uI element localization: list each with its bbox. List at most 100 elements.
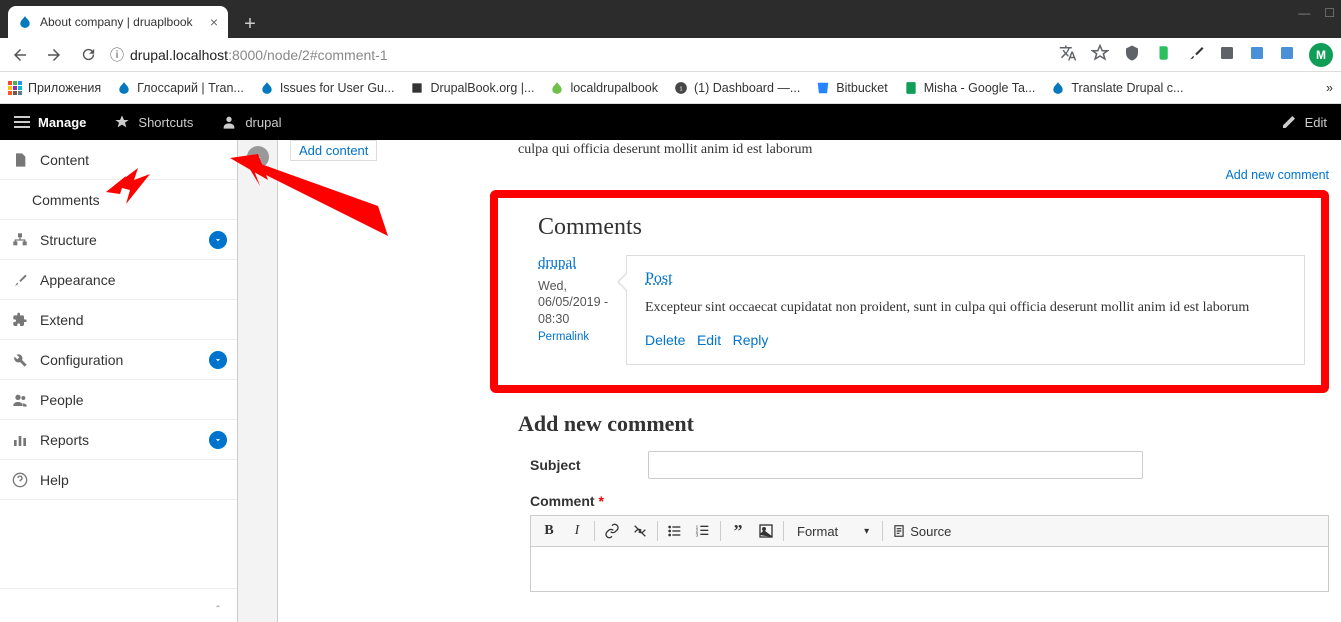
subject-input[interactable] xyxy=(648,451,1143,479)
main-content: Add content culpa qui officia deserunt m… xyxy=(278,140,1341,622)
drupal-icon xyxy=(117,80,131,96)
comment: drupal Wed, 06/05/2019 - 08:30 Permalink… xyxy=(538,255,1305,365)
pencil-icon xyxy=(1281,114,1297,130)
pin-icon[interactable] xyxy=(211,598,225,614)
sidebar-item-people[interactable]: People xyxy=(0,380,237,420)
comment-edit-link[interactable]: Edit xyxy=(697,332,721,348)
apps-button[interactable]: Приложения xyxy=(8,81,101,95)
translate-icon[interactable] xyxy=(1059,44,1077,65)
add-comment-heading: Add new comment xyxy=(490,411,1329,437)
new-tab-button[interactable]: + xyxy=(236,10,264,38)
site-info-icon[interactable]: ⓘ xyxy=(110,45,124,65)
admin-sidebar: Content Comments Structure Appearance Ex… xyxy=(0,140,238,622)
profile-avatar[interactable]: M xyxy=(1309,43,1333,67)
svg-text:1: 1 xyxy=(679,86,682,92)
collapse-button[interactable] xyxy=(247,146,269,168)
sidebar-item-reports[interactable]: Reports xyxy=(0,420,237,460)
sidebar-footer xyxy=(0,588,237,622)
manage-button[interactable]: Manage xyxy=(0,104,100,140)
tab-close-icon[interactable]: × xyxy=(210,14,218,30)
add-new-comment-link[interactable]: Add new comment xyxy=(1225,168,1329,182)
extension-icon-2[interactable] xyxy=(1249,45,1265,64)
editor-toolbar: B I 123 ” Format ▾ xyxy=(530,515,1329,547)
book-icon xyxy=(410,81,424,95)
image-button[interactable] xyxy=(752,519,780,543)
drupal-icon xyxy=(18,14,32,30)
comments-heading: Comments xyxy=(538,214,1305,241)
chevron-down-icon: ▾ xyxy=(864,526,869,537)
drupal-icon xyxy=(1051,80,1065,96)
admin-toolbar: Manage Shortcuts drupal Edit xyxy=(0,104,1341,140)
address-bar[interactable]: ⓘ drupal.localhost:8000/node/2#comment-1 xyxy=(110,45,1049,65)
brush-icon[interactable] xyxy=(1187,44,1205,65)
bookmarks-overflow[interactable]: » xyxy=(1326,81,1333,95)
comment-form: Subject Comment * B I 123 ” xyxy=(530,451,1329,592)
browser-tab[interactable]: About company | druaplbook × xyxy=(8,6,228,38)
comment-label: Comment * xyxy=(530,493,648,509)
bookmark-drupalbook[interactable]: DrupalBook.org |... xyxy=(410,81,534,95)
back-button[interactable] xyxy=(8,43,32,67)
bookmark-issues[interactable]: Issues for User Gu... xyxy=(260,80,395,96)
format-dropdown[interactable]: Format ▾ xyxy=(787,524,879,539)
window-maximize-icon[interactable]: ☐ xyxy=(1324,6,1335,20)
comment-delete-link[interactable]: Delete xyxy=(645,332,685,348)
bookmark-bitbucket[interactable]: Bitbucket xyxy=(816,81,887,95)
comment-permalink[interactable]: Permalink xyxy=(538,331,589,343)
star-icon[interactable] xyxy=(1091,44,1109,65)
sidebar-item-content[interactable]: Content xyxy=(0,140,237,180)
sidebar-item-configuration[interactable]: Configuration xyxy=(0,340,237,380)
window-minimize-icon[interactable]: — xyxy=(1298,6,1310,20)
chevron-down-icon[interactable] xyxy=(209,431,227,449)
evernote-icon[interactable] xyxy=(1155,44,1173,65)
comment-date: Wed, 06/05/2019 - 08:30 xyxy=(538,278,626,327)
extension-icon-1[interactable] xyxy=(1219,45,1235,64)
shortcuts-button[interactable]: Shortcuts xyxy=(100,104,207,140)
extension-icon-3[interactable] xyxy=(1279,45,1295,64)
wrench-icon xyxy=(10,352,30,368)
chevron-up-icon xyxy=(252,151,264,163)
chevron-down-icon[interactable] xyxy=(209,351,227,369)
source-button[interactable]: Source xyxy=(886,524,957,539)
comment-body: Post Excepteur sint occaecat cupidatat n… xyxy=(626,255,1305,365)
file-icon xyxy=(10,152,30,168)
sidebar-item-comments[interactable]: Comments xyxy=(0,180,237,220)
apps-icon xyxy=(8,81,22,95)
bulleted-list-button[interactable] xyxy=(661,519,689,543)
forward-button[interactable] xyxy=(42,43,66,67)
bar-chart-icon xyxy=(10,432,30,448)
sidebar-item-appearance[interactable]: Appearance xyxy=(0,260,237,300)
sheets-icon xyxy=(904,81,918,95)
chevron-down-icon[interactable] xyxy=(209,231,227,249)
numbered-list-button[interactable]: 123 xyxy=(689,519,717,543)
blockquote-button[interactable]: ” xyxy=(724,519,752,543)
bookmark-dashboard[interactable]: 1(1) Dashboard —... xyxy=(674,81,800,95)
bookmark-glossary[interactable]: Глоссарий | Tran... xyxy=(117,80,244,96)
comment-title-link[interactable]: Post xyxy=(645,270,673,287)
sidebar-item-help[interactable]: Help xyxy=(0,460,237,500)
comment-actions: Delete Edit Reply xyxy=(645,332,1286,350)
comments-highlight-box: Comments drupal Wed, 06/05/2019 - 08:30 … xyxy=(490,190,1329,393)
shield-icon[interactable] xyxy=(1123,44,1141,65)
drupal-icon xyxy=(260,80,274,96)
bold-button[interactable]: B xyxy=(535,519,563,543)
user-icon xyxy=(221,114,237,130)
bookmark-sheets[interactable]: Misha - Google Ta... xyxy=(904,81,1036,95)
sidebar-item-extend[interactable]: Extend xyxy=(0,300,237,340)
workspace: Content Comments Structure Appearance Ex… xyxy=(0,140,1341,622)
link-button[interactable] xyxy=(598,519,626,543)
wordpress-icon: 1 xyxy=(674,81,688,95)
user-button[interactable]: drupal xyxy=(207,104,295,140)
add-content-link[interactable]: Add content xyxy=(290,140,377,161)
comment-author-link[interactable]: drupal xyxy=(538,255,576,271)
window-controls: — ☐ xyxy=(1298,6,1335,20)
comment-editor[interactable] xyxy=(530,547,1329,592)
unlink-button[interactable] xyxy=(626,519,654,543)
bookmark-local[interactable]: localdrupalbook xyxy=(550,80,658,96)
comment-meta: drupal Wed, 06/05/2019 - 08:30 Permalink xyxy=(538,255,626,365)
bookmark-translate[interactable]: Translate Drupal c... xyxy=(1051,80,1183,96)
italic-button[interactable]: I xyxy=(563,519,591,543)
edit-button[interactable]: Edit xyxy=(1267,104,1341,140)
comment-reply-link[interactable]: Reply xyxy=(733,332,769,348)
sidebar-item-structure[interactable]: Structure xyxy=(0,220,237,260)
reload-button[interactable] xyxy=(76,43,100,67)
